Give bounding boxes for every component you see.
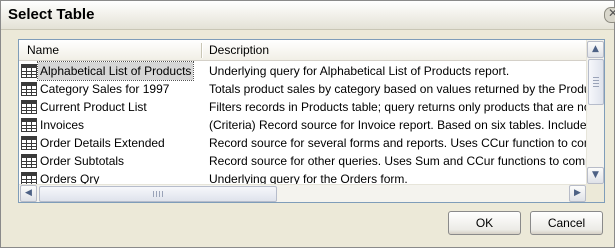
list-item-name: Order Subtotals [40,154,125,168]
list-item[interactable]: Category Sales for 1997 Totals product sa… [19,80,586,98]
list-header: Name Description [19,40,586,61]
close-icon: ✕ [608,6,615,20]
scrollbar-corner [586,184,604,202]
scroll-right-button[interactable]: ▶ [569,185,586,202]
scroll-down-button[interactable]: ▼ [587,167,604,184]
scroll-up-button[interactable]: ▲ [587,41,604,58]
title-bar[interactable]: Select Table ✕ [1,1,615,30]
column-header-description[interactable]: Description [209,40,269,60]
query-table-icon [21,118,37,132]
query-table-icon [21,64,37,78]
list-item[interactable]: Current Product List Filters records in P… [19,98,586,116]
table-list[interactable]: Name Description Alphabetical List of Pr… [18,39,605,203]
ok-button[interactable]: OK [448,211,521,235]
column-divider-highlight [202,43,203,58]
list-item-description: Filters records in Products table; query… [209,100,586,114]
list-item[interactable]: Order Details Extended Record source for … [19,134,586,152]
query-table-icon [21,136,37,150]
query-table-icon [21,82,37,96]
list-item[interactable]: Alphabetical List of Products Underlying … [19,61,586,81]
dialog-title: Select Table [8,6,95,23]
cancel-button[interactable]: Cancel [530,211,603,235]
list-item-description: Underlying query for Alphabetical List o… [209,64,510,78]
vertical-scrollbar[interactable]: ▲ ▼ [586,40,604,184]
column-header-name[interactable]: Name [27,40,59,60]
list-item-description: Totals product sales by category based o… [209,82,586,96]
horizontal-scroll-thumb[interactable] [39,186,277,202]
list-item-name: Category Sales for 1997 [40,82,170,96]
list-item-description: Record source for several forms and repo… [209,136,586,150]
chevron-left-icon: ◀ [25,188,32,198]
horizontal-scrollbar[interactable]: ◀ ▶ [19,184,586,202]
scroll-left-button[interactable]: ◀ [20,185,37,202]
list-item-name: Invoices [40,118,85,132]
chevron-right-icon: ▶ [574,188,581,198]
vertical-scroll-thumb[interactable] [588,59,604,105]
list-item[interactable]: Order Subtotals Record source for other q… [19,152,586,170]
list-item-description: Record source for other queries. Uses Su… [209,154,586,168]
chevron-up-icon: ▲ [592,44,599,54]
list-item[interactable]: Invoices (Criteria) Record source for Inv… [19,116,586,134]
list-item-name: Current Product List [40,100,147,114]
close-button[interactable]: ✕ [604,6,615,23]
select-table-dialog: Select Table ✕ Name Description Alphabet… [0,0,615,248]
list-item-name: Alphabetical List of Products [36,61,195,81]
list-item-name: Order Details Extended [40,136,165,150]
chevron-down-icon: ▼ [592,170,599,180]
query-table-icon [21,154,37,168]
list-item-description: (Criteria) Record source for Invoice rep… [209,118,586,132]
query-table-icon [21,100,37,114]
